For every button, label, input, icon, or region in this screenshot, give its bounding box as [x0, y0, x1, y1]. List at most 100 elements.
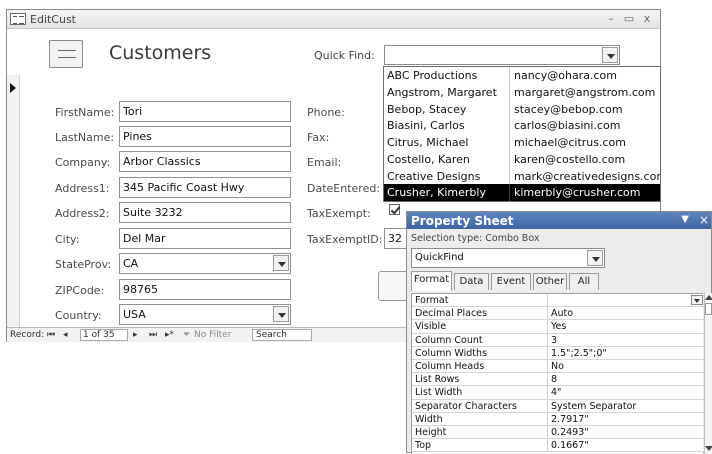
option-name: Biasini, Carlos: [387, 119, 465, 133]
minimize-button[interactable]: –: [605, 12, 617, 25]
option-name: Creative Designs: [387, 169, 481, 183]
firstname-field[interactable]: Tori: [119, 101, 291, 122]
lastname-field[interactable]: Pines: [119, 126, 291, 147]
property-value[interactable]: 8: [551, 374, 701, 385]
property-value[interactable]: 1.5";2.5";0": [551, 348, 701, 359]
tab-all[interactable]: All: [569, 273, 599, 290]
property-sheet-close-icon[interactable]: ×: [699, 213, 709, 227]
property-value[interactable]: System Separator: [551, 401, 701, 412]
property-value[interactable]: 4": [551, 387, 701, 398]
property-sheet-title-text: Property Sheet: [411, 214, 514, 228]
property-row[interactable]: Separator Characters System Separator: [412, 399, 704, 413]
next-record-button[interactable]: ▸: [133, 330, 138, 340]
address2-field[interactable]: Suite 3232: [119, 202, 291, 223]
country-value: USA: [123, 308, 146, 321]
quick-find-dropdown-button[interactable]: [602, 47, 618, 63]
address1-field[interactable]: 345 Pacific Coast Hwy: [119, 177, 291, 198]
property-row[interactable]: Width 2.7917": [412, 412, 704, 426]
property-value[interactable]: 0.2493": [551, 427, 701, 438]
column-divider: [509, 83, 510, 101]
property-sheet-menu-icon[interactable]: ▼: [681, 214, 689, 225]
stateprov-value: CA: [123, 257, 139, 270]
zipcode-field[interactable]: 98765: [119, 279, 291, 300]
tab-data[interactable]: Data: [454, 273, 489, 290]
option-email: mark@creativedesigns.com: [514, 169, 660, 183]
object-selector-value: QuickFind: [415, 252, 464, 263]
property-row[interactable]: Column Heads No: [412, 360, 704, 374]
property-row[interactable]: Decimal Places Auto: [412, 307, 704, 321]
close-button[interactable]: x: [641, 12, 653, 25]
property-value[interactable]: 0.1667": [551, 440, 701, 451]
quick-find-option[interactable]: Biasini, Carlos carlos@biasini.com: [384, 117, 660, 134]
property-row[interactable]: Height 0.2493": [412, 426, 704, 440]
object-selector-combo[interactable]: QuickFind: [411, 248, 605, 268]
tab-other[interactable]: Other: [533, 273, 567, 290]
new-record-button[interactable]: ▸*: [165, 330, 174, 340]
scroll-up-icon[interactable]: [705, 295, 712, 300]
quick-find-option[interactable]: Angstrom, Margaret margaret@angstrom.com: [384, 83, 660, 101]
option-name: Angstrom, Margaret: [387, 85, 497, 99]
property-name: List Width: [415, 387, 463, 399]
company-field[interactable]: Arbor Classics: [119, 151, 291, 172]
property-value[interactable]: Yes: [551, 321, 701, 332]
property-grid: Format Decimal Places Auto Visible Yes Column…: [411, 293, 704, 454]
option-email: kimerbly@crusher.com: [514, 186, 641, 200]
record-selector[interactable]: [7, 75, 20, 327]
column-divider: [509, 134, 510, 151]
stateprov-dropdown-button[interactable]: [273, 255, 289, 271]
quick-find-option[interactable]: Costello, Karen karen@costello.com: [384, 150, 660, 168]
tab-format[interactable]: Format: [411, 271, 452, 291]
stateprov-combo[interactable]: CA: [119, 253, 291, 274]
last-record-button[interactable]: ⏭: [149, 330, 157, 340]
property-value[interactable]: No: [551, 361, 701, 372]
property-grid-scrollbar[interactable]: [704, 293, 712, 454]
property-name: Column Heads: [415, 361, 485, 372]
column-divider: [547, 333, 548, 346]
quick-find-option[interactable]: Bebop, Stacey stacey@bebop.com: [384, 100, 660, 118]
quick-find-option[interactable]: ABC Productions nancy@ohara.com: [384, 67, 660, 84]
record-position: 1 of 35: [83, 330, 115, 340]
property-name: Height: [415, 427, 447, 438]
title-bar: EditCust – ▭ x: [7, 10, 660, 29]
column-divider: [509, 167, 510, 185]
taxexempt-checkbox[interactable]: [389, 204, 400, 215]
quick-find-option[interactable]: Creative Designs mark@creativedesigns.com: [384, 167, 660, 185]
format-dropdown-button[interactable]: [691, 295, 703, 305]
column-divider: [547, 320, 548, 333]
country-combo[interactable]: USA: [119, 304, 291, 325]
first-record-button[interactable]: ⏮: [47, 330, 55, 340]
property-row[interactable]: Column Count 3: [412, 333, 704, 347]
previous-record-button[interactable]: ◂: [63, 330, 68, 340]
scroll-thumb[interactable]: [705, 303, 712, 315]
quick-find-option[interactable]: Crusher, Kimerbly kimerbly@crusher.com: [384, 184, 660, 201]
property-value[interactable]: 2.7917": [551, 414, 701, 425]
property-value[interactable]: Auto: [551, 308, 701, 319]
address2-label: Address2:: [55, 207, 110, 220]
scroll-down-icon[interactable]: [705, 446, 712, 451]
fax-label: Fax:: [307, 131, 330, 144]
tab-event[interactable]: Event: [491, 273, 531, 290]
zipcode-label: ZIPCode:: [55, 284, 105, 297]
no-filter-button[interactable]: No Filter: [194, 330, 231, 340]
column-divider: [547, 412, 548, 425]
maximize-button[interactable]: ▭: [623, 12, 635, 25]
option-name: Costello, Karen: [387, 152, 470, 166]
quick-find-option[interactable]: Citrus, Michael michael@citrus.com: [384, 134, 660, 151]
column-divider: [509, 117, 510, 134]
option-name: ABC Productions: [387, 69, 478, 82]
property-row[interactable]: Top 0.1667": [412, 439, 704, 453]
property-row[interactable]: Format: [412, 294, 704, 308]
option-email: carlos@biasini.com: [514, 119, 621, 133]
quick-find-dropdown-list: ABC Productions nancy@ohara.com Angstrom, …: [383, 66, 661, 202]
property-row[interactable]: Column Widths 1.5";2.5";0": [412, 346, 704, 360]
option-name: Crusher, Kimerbly: [387, 186, 486, 200]
property-row[interactable]: List Rows 8: [412, 373, 704, 387]
object-selector-dropdown-button[interactable]: [587, 250, 603, 266]
column-divider: [547, 399, 548, 412]
city-field[interactable]: Del Mar: [119, 228, 291, 249]
quick-find-combo[interactable]: [384, 45, 620, 65]
country-dropdown-button[interactable]: [273, 306, 289, 322]
property-row[interactable]: List Width 4": [412, 386, 704, 400]
property-value[interactable]: 3: [551, 335, 701, 346]
property-row[interactable]: Visible Yes: [412, 320, 704, 334]
